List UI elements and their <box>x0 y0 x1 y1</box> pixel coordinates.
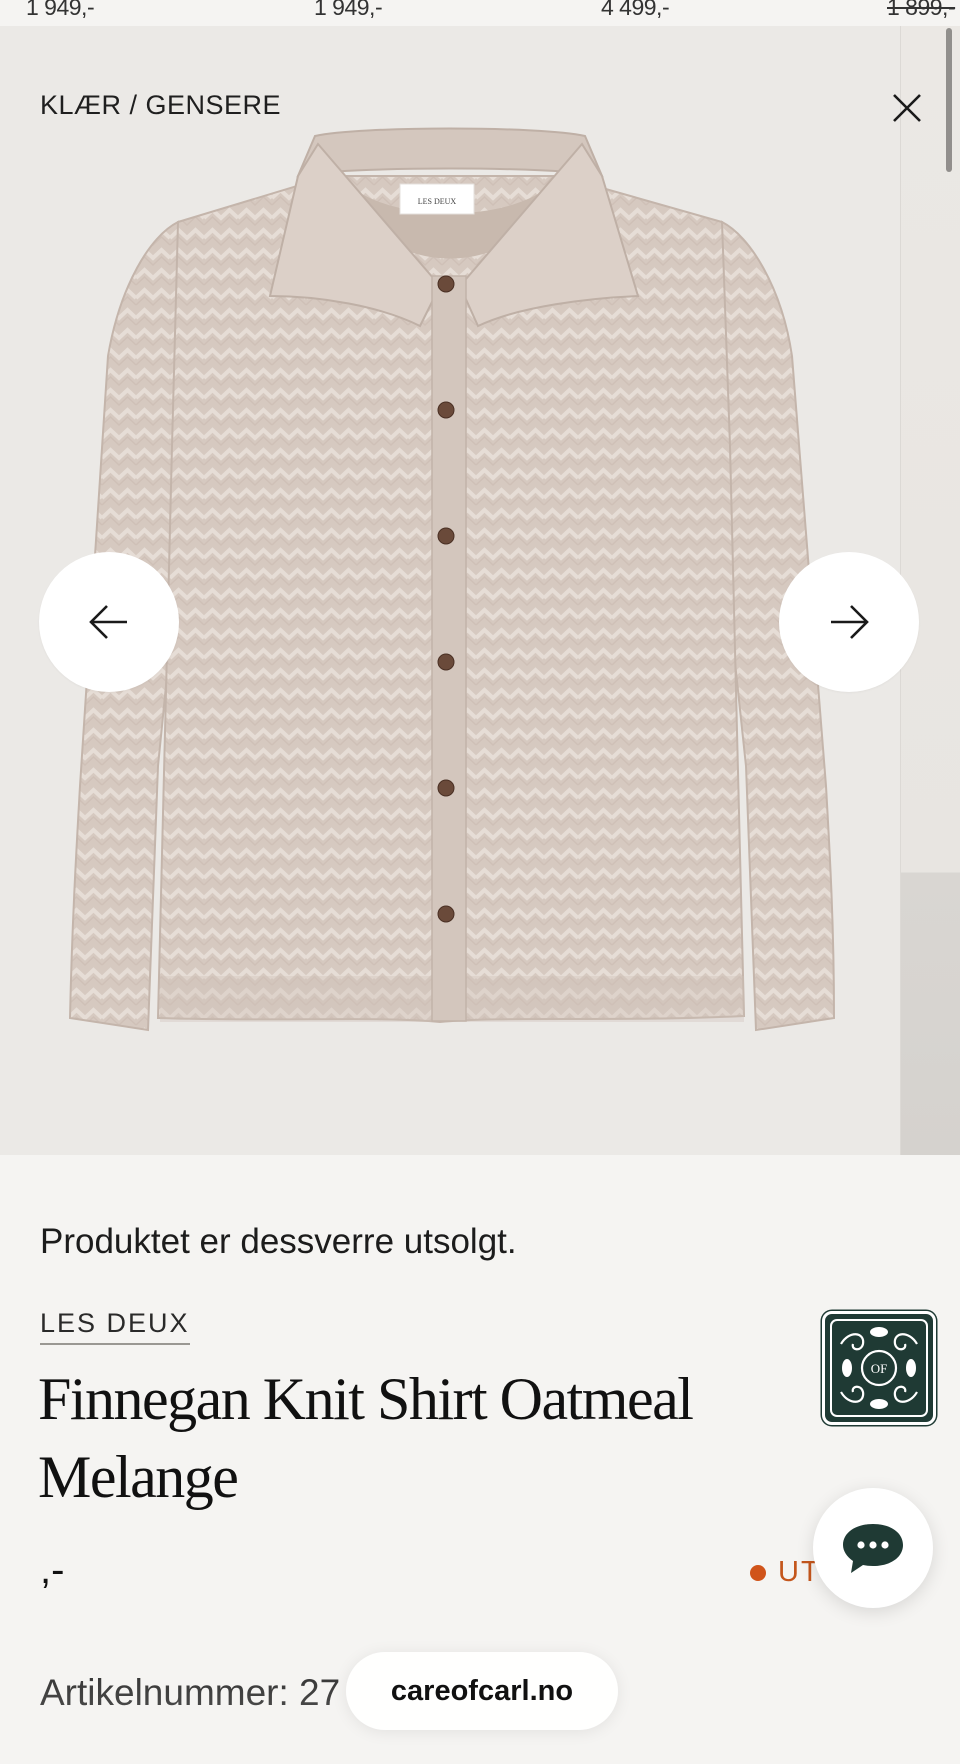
brand-link[interactable]: LES DEUX <box>40 1308 190 1345</box>
ornament-logo-icon: OF <box>830 1319 928 1417</box>
previous-image-button[interactable] <box>39 552 179 692</box>
breadcrumb[interactable]: KLÆR / GENSERE <box>40 90 281 121</box>
garment-label: LES DEUX <box>418 197 457 206</box>
status-dot-icon <box>750 1564 766 1581</box>
product-price: 1 949,- <box>314 0 383 20</box>
arrow-right-icon <box>831 605 869 639</box>
next-image-button[interactable] <box>779 552 919 692</box>
address-bar-domain[interactable]: careofcarl.no <box>346 1652 618 1730</box>
top-price-strip: 1 949,- 1 949,- 4 499,- 1 899,- <box>0 0 960 27</box>
chat-bubble-icon <box>843 1524 903 1573</box>
scrollbar-thumb[interactable] <box>946 28 952 172</box>
close-button[interactable] <box>880 86 934 130</box>
close-icon <box>893 94 921 122</box>
product-price: 4 499,- <box>601 0 670 20</box>
arrow-left-icon <box>89 605 127 639</box>
product-price: ,- <box>40 1548 65 1592</box>
soldout-message: Produktet er dessverre utsolgt. <box>40 1222 517 1261</box>
chat-button[interactable] <box>813 1488 933 1608</box>
product-price-old: 1 899,- <box>887 0 956 20</box>
product-title: Finnegan Knit Shirt Oatmeal Melange <box>38 1366 694 1510</box>
product-price: 1 949,- <box>26 0 95 20</box>
store-badge[interactable]: OF <box>822 1311 936 1425</box>
article-number: Artikelnummer: 27 <box>40 1672 341 1713</box>
product-image-gallery[interactable]: LES DEUX KLÆR / GENSERE <box>0 26 960 1155</box>
svg-text:OF: OF <box>871 1361 888 1376</box>
